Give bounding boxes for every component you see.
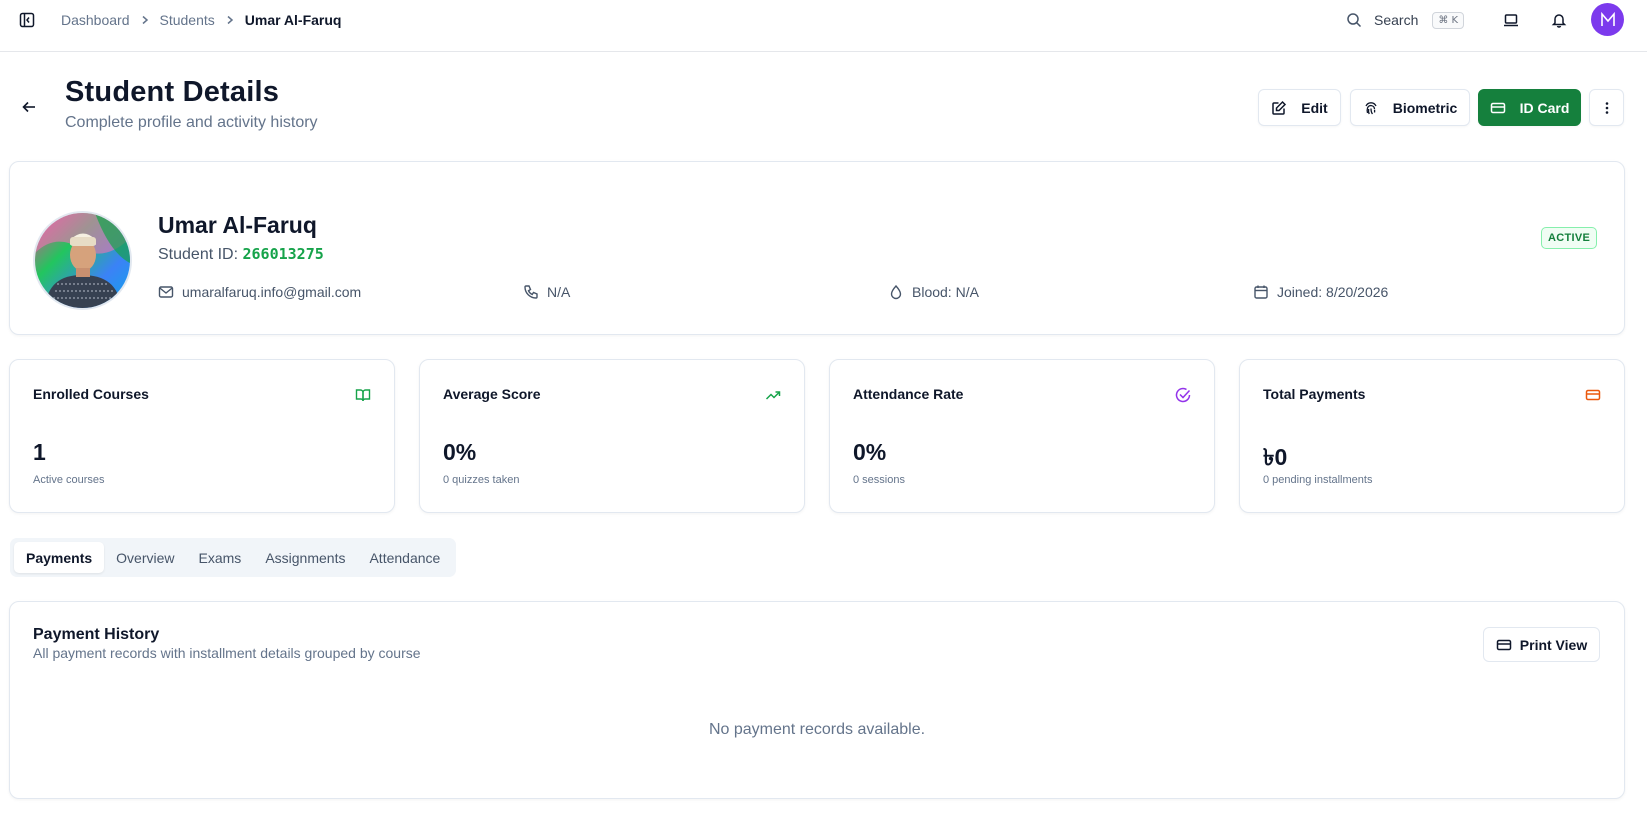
breadcrumb-students[interactable]: Students bbox=[160, 12, 215, 28]
user-logo-icon bbox=[1600, 11, 1615, 26]
tab-exams[interactable]: Exams bbox=[187, 542, 254, 573]
tab-overview[interactable]: Overview bbox=[104, 542, 186, 573]
tab-payments[interactable]: Payments bbox=[14, 542, 105, 573]
search-shortcut: ⌘ K bbox=[1432, 11, 1465, 29]
stat-subtext: 0 quizzes taken bbox=[443, 474, 520, 486]
chevron-right-icon bbox=[140, 15, 150, 25]
page-title: Student Details bbox=[65, 76, 280, 108]
more-options-button[interactable] bbox=[1589, 89, 1624, 126]
page-subtitle: Complete profile and activity history bbox=[65, 114, 318, 131]
student-name: Umar Al-Faruq bbox=[158, 212, 317, 238]
biometric-label: Biometric bbox=[1392, 99, 1458, 116]
back-arrow-icon[interactable] bbox=[20, 98, 38, 116]
stat-card-average-score: Average Score 0% 0 quizzes taken bbox=[419, 359, 805, 513]
profile-card: Umar Al-Faruq Student ID: 266013275 ACTI… bbox=[9, 161, 1625, 335]
student-id-label: Student ID: bbox=[158, 246, 239, 263]
droplet-icon bbox=[890, 284, 902, 300]
phone-icon bbox=[524, 285, 538, 299]
id-card-button[interactable]: ID Card bbox=[1478, 89, 1581, 126]
search-icon bbox=[1347, 13, 1362, 28]
edit-button[interactable]: Edit bbox=[1258, 89, 1341, 126]
student-id: Student ID: 266013275 bbox=[158, 245, 324, 264]
breadcrumb-current: Umar Al-Faruq bbox=[244, 12, 342, 28]
mail-icon bbox=[158, 286, 174, 298]
payment-history-subtitle: All payment records with installment det… bbox=[33, 645, 421, 661]
stat-card-enrolled-courses: Enrolled Courses 1 Active courses bbox=[9, 359, 395, 513]
user-avatar[interactable] bbox=[1591, 3, 1624, 36]
fingerprint-icon bbox=[1365, 101, 1377, 114]
book-open-icon bbox=[355, 387, 371, 403]
search-label: Search bbox=[1374, 12, 1419, 28]
print-view-label: Print View bbox=[1519, 636, 1588, 653]
breadcrumb: Dashboard Students Umar Al-Faruq bbox=[61, 10, 341, 30]
stat-title: Average Score bbox=[443, 386, 541, 402]
credit-card-icon bbox=[1496, 639, 1512, 650]
phone-info: N/A bbox=[523, 283, 570, 301]
stat-subtext: 0 pending installments bbox=[1263, 474, 1373, 486]
stat-card-attendance-rate: Attendance Rate 0% 0 sessions bbox=[829, 359, 1215, 513]
stat-title: Total Payments bbox=[1263, 386, 1366, 402]
empty-state-message: No payment records available. bbox=[708, 721, 926, 738]
bell-icon[interactable] bbox=[1550, 11, 1568, 29]
trending-up-icon bbox=[765, 387, 781, 403]
stat-value: 1 bbox=[33, 439, 46, 465]
stat-card-total-payments: Total Payments ৳0 0 pending installments bbox=[1239, 359, 1625, 513]
stat-title: Attendance Rate bbox=[853, 386, 964, 402]
email-info: umaralfaruq.info@gmail.com bbox=[158, 283, 361, 301]
email-value: umaralfaruq.info@gmail.com bbox=[182, 284, 362, 300]
stat-title: Enrolled Courses bbox=[33, 386, 149, 402]
chevron-right-icon bbox=[225, 15, 235, 25]
print-view-button[interactable]: Print View bbox=[1483, 627, 1600, 662]
search-button[interactable]: Search ⌘ K bbox=[1346, 9, 1465, 31]
status-badge: ACTIVE bbox=[1541, 227, 1598, 249]
student-photo bbox=[33, 211, 132, 310]
stat-value: 0% bbox=[853, 439, 887, 465]
joined-value: Joined: 8/20/2026 bbox=[1277, 284, 1389, 300]
credit-card-icon bbox=[1585, 387, 1601, 403]
payment-history-title: Payment History bbox=[33, 626, 160, 643]
student-id-value: 266013275 bbox=[242, 245, 324, 263]
circle-check-icon bbox=[1175, 387, 1191, 403]
laptop-icon[interactable] bbox=[1502, 11, 1520, 29]
edit-icon bbox=[1272, 100, 1287, 115]
stat-subtext: Active courses bbox=[33, 474, 105, 486]
blood-info: Blood: N/A bbox=[888, 283, 979, 301]
more-vertical-icon bbox=[1605, 101, 1608, 114]
stat-value: ৳0 bbox=[1263, 444, 1288, 470]
phone-value: N/A bbox=[547, 284, 571, 300]
edit-label: Edit bbox=[1301, 99, 1328, 116]
blood-value: Blood: N/A bbox=[912, 284, 979, 300]
joined-info: Joined: 8/20/2026 bbox=[1253, 283, 1388, 301]
top-bar: Dashboard Students Umar Al-Faruq Search … bbox=[0, 0, 1647, 52]
tab-list: Payments Overview Exams Assignments Atte… bbox=[10, 538, 457, 577]
stat-value: 0% bbox=[443, 439, 477, 465]
tab-attendance[interactable]: Attendance bbox=[357, 542, 452, 573]
sidebar-toggle-icon[interactable] bbox=[18, 11, 36, 29]
stat-subtext: 0 sessions bbox=[853, 474, 905, 486]
calendar-icon bbox=[1254, 285, 1268, 299]
tab-assignments[interactable]: Assignments bbox=[253, 542, 357, 573]
credit-card-icon bbox=[1490, 102, 1505, 113]
id-card-label: ID Card bbox=[1519, 99, 1570, 116]
payment-history-card: Payment History All payment records with… bbox=[9, 601, 1625, 799]
breadcrumb-dashboard[interactable]: Dashboard bbox=[61, 12, 130, 28]
biometric-button[interactable]: Biometric bbox=[1350, 89, 1470, 126]
